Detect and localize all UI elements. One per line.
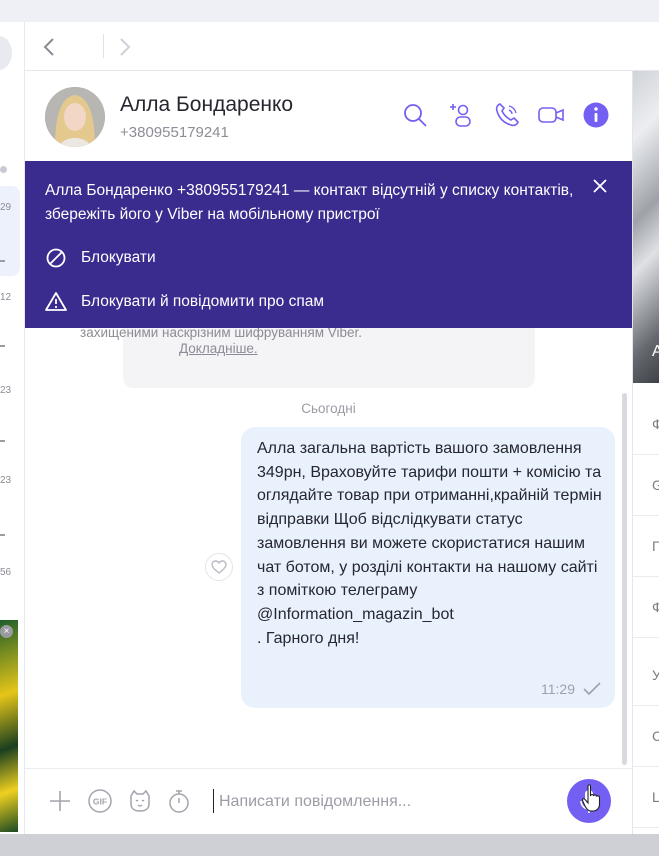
details-row[interactable]: У [633, 647, 659, 706]
unknown-contact-banner: Алла Бондаренко +380955179241 — контакт … [25, 161, 632, 328]
block-icon [46, 248, 66, 268]
conversation-list: 29 12 23 23 56 × [0, 22, 25, 834]
info-icon[interactable] [582, 101, 610, 129]
list-indicator-dot [0, 166, 7, 173]
details-row-label: Ф [652, 599, 659, 615]
contact-phone: +380955179241 [120, 124, 229, 141]
plus-icon[interactable] [47, 788, 73, 814]
back-arrow-icon[interactable] [39, 36, 61, 58]
details-row[interactable]: Ф [633, 579, 659, 638]
message-input[interactable] [219, 788, 559, 816]
details-row[interactable]: С [633, 708, 659, 767]
nav-divider [103, 34, 104, 58]
timer-icon[interactable] [166, 788, 192, 814]
details-row[interactable]: Ц [633, 769, 659, 828]
details-row-label: G [652, 477, 659, 493]
banner-message: Алла Бондаренко +380955179241 — контакт … [45, 182, 574, 223]
ad-close-icon[interactable]: × [0, 625, 13, 638]
gif-icon[interactable]: GIF [87, 788, 113, 814]
conversation-preview-dash [0, 260, 5, 262]
block-button[interactable]: Блокувати [45, 247, 156, 269]
navigation-bar [25, 22, 659, 71]
conversation-time: 23 [0, 385, 12, 396]
contact-avatar[interactable] [45, 87, 105, 147]
learn-more-link[interactable]: Докладніше. [179, 341, 258, 356]
chat-scrollbar[interactable] [622, 393, 627, 765]
search-icon[interactable] [401, 101, 429, 129]
message-text: Алла загальна вартість вашого замовлення… [257, 440, 602, 647]
conversation-preview-dash [0, 440, 5, 442]
conversation-preview-dash [0, 345, 5, 347]
conversation-time: 12 [0, 292, 12, 303]
close-icon[interactable] [591, 177, 609, 195]
details-row-label: С [652, 728, 659, 744]
svg-text:GIF: GIF [93, 797, 107, 807]
photo-caption-letter: А [652, 343, 659, 361]
details-row-label: Ф [652, 416, 659, 432]
conversation-avatar[interactable] [0, 36, 12, 70]
conversation-time: 29 [0, 202, 12, 213]
message-composer: GIF [25, 768, 632, 834]
audio-call-icon[interactable] [493, 101, 521, 129]
block-label: Блокувати [81, 249, 156, 266]
block-report-spam-label: Блокувати й повідомити про спам [81, 293, 325, 310]
date-separator: Сьогодні [301, 401, 356, 416]
contact-large-photo [633, 71, 659, 383]
forward-arrow-icon[interactable] [113, 36, 135, 58]
details-row-label: Г [652, 538, 659, 554]
add-participant-icon[interactable] [447, 101, 475, 129]
video-call-icon[interactable] [537, 101, 565, 129]
message-time: 11:29 [541, 681, 575, 697]
details-row[interactable]: G [633, 457, 659, 516]
text-caret [213, 789, 214, 813]
bottom-strip [0, 834, 659, 856]
conversation-time: 56 [0, 567, 12, 578]
conversation-preview-dash [0, 534, 5, 536]
chat-pane: Алла Бондаренко +380955179241 захищеними… [25, 71, 632, 834]
details-row[interactable]: Ф [633, 396, 659, 455]
sticker-icon[interactable] [127, 788, 153, 814]
warning-icon [45, 292, 67, 311]
ad-banner[interactable] [0, 620, 18, 832]
delivered-check-icon [583, 682, 601, 696]
conversation-time: 23 [0, 475, 12, 486]
selected-conversation[interactable] [0, 186, 20, 276]
block-report-spam-button[interactable]: Блокувати й повідомити про спам [45, 291, 324, 313]
details-row[interactable]: Г [633, 518, 659, 577]
like-button[interactable] [205, 553, 233, 581]
contact-name[interactable]: Алла Бондаренко [120, 93, 293, 117]
details-row-label: Ц [652, 789, 659, 805]
details-row-label: У [652, 667, 659, 683]
hand-cursor-icon [581, 784, 601, 812]
top-strip [0, 0, 659, 22]
contact-details-panel: А Ф G Г Ф У С Ц [632, 71, 659, 834]
chat-header: Алла Бондаренко +380955179241 [25, 71, 632, 161]
heart-icon [211, 560, 227, 574]
contact-photo [45, 87, 105, 147]
